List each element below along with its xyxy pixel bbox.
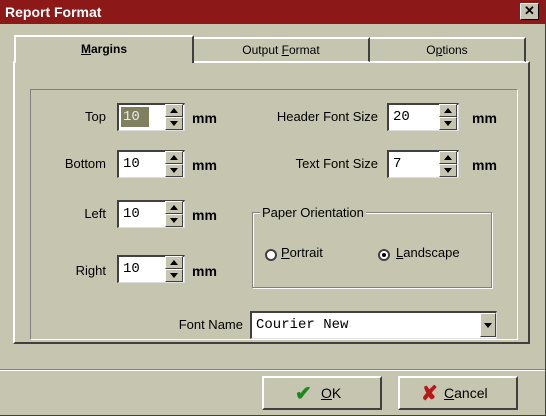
tab-label: Output	[242, 43, 282, 57]
close-button[interactable]: ✕	[520, 3, 539, 20]
tab-label-accelerator: F	[281, 43, 289, 57]
tab-label: tions	[442, 43, 468, 57]
cancel-button[interactable]: ✘ Cancel	[398, 376, 518, 410]
title-bar: Report Format ✕	[0, 0, 545, 24]
ok-label: K	[331, 385, 342, 401]
separator	[0, 370, 545, 371]
cancel-label: ancel	[454, 385, 488, 401]
tab-label-accelerator: M	[80, 42, 91, 56]
tab-label: argins	[90, 42, 127, 56]
tab-panel	[13, 61, 530, 344]
tab-margins[interactable]: Margins	[14, 35, 194, 63]
window-title: Report Format	[5, 4, 102, 20]
tab-output-format[interactable]: Output Format	[194, 37, 370, 62]
ok-button[interactable]: ✔ OK	[262, 376, 382, 410]
x-icon: ✘	[421, 383, 438, 405]
cancel-accelerator: C	[444, 385, 455, 401]
check-icon: ✔	[295, 383, 312, 405]
close-icon: ✕	[524, 3, 535, 18]
tab-label: ormat	[289, 43, 320, 57]
report-format-dialog: Report Format ✕ Margins Output Format Op…	[0, 0, 546, 416]
ok-accelerator: O	[321, 385, 332, 401]
tab-label: O	[426, 43, 436, 57]
tab-options[interactable]: Options	[370, 37, 526, 62]
